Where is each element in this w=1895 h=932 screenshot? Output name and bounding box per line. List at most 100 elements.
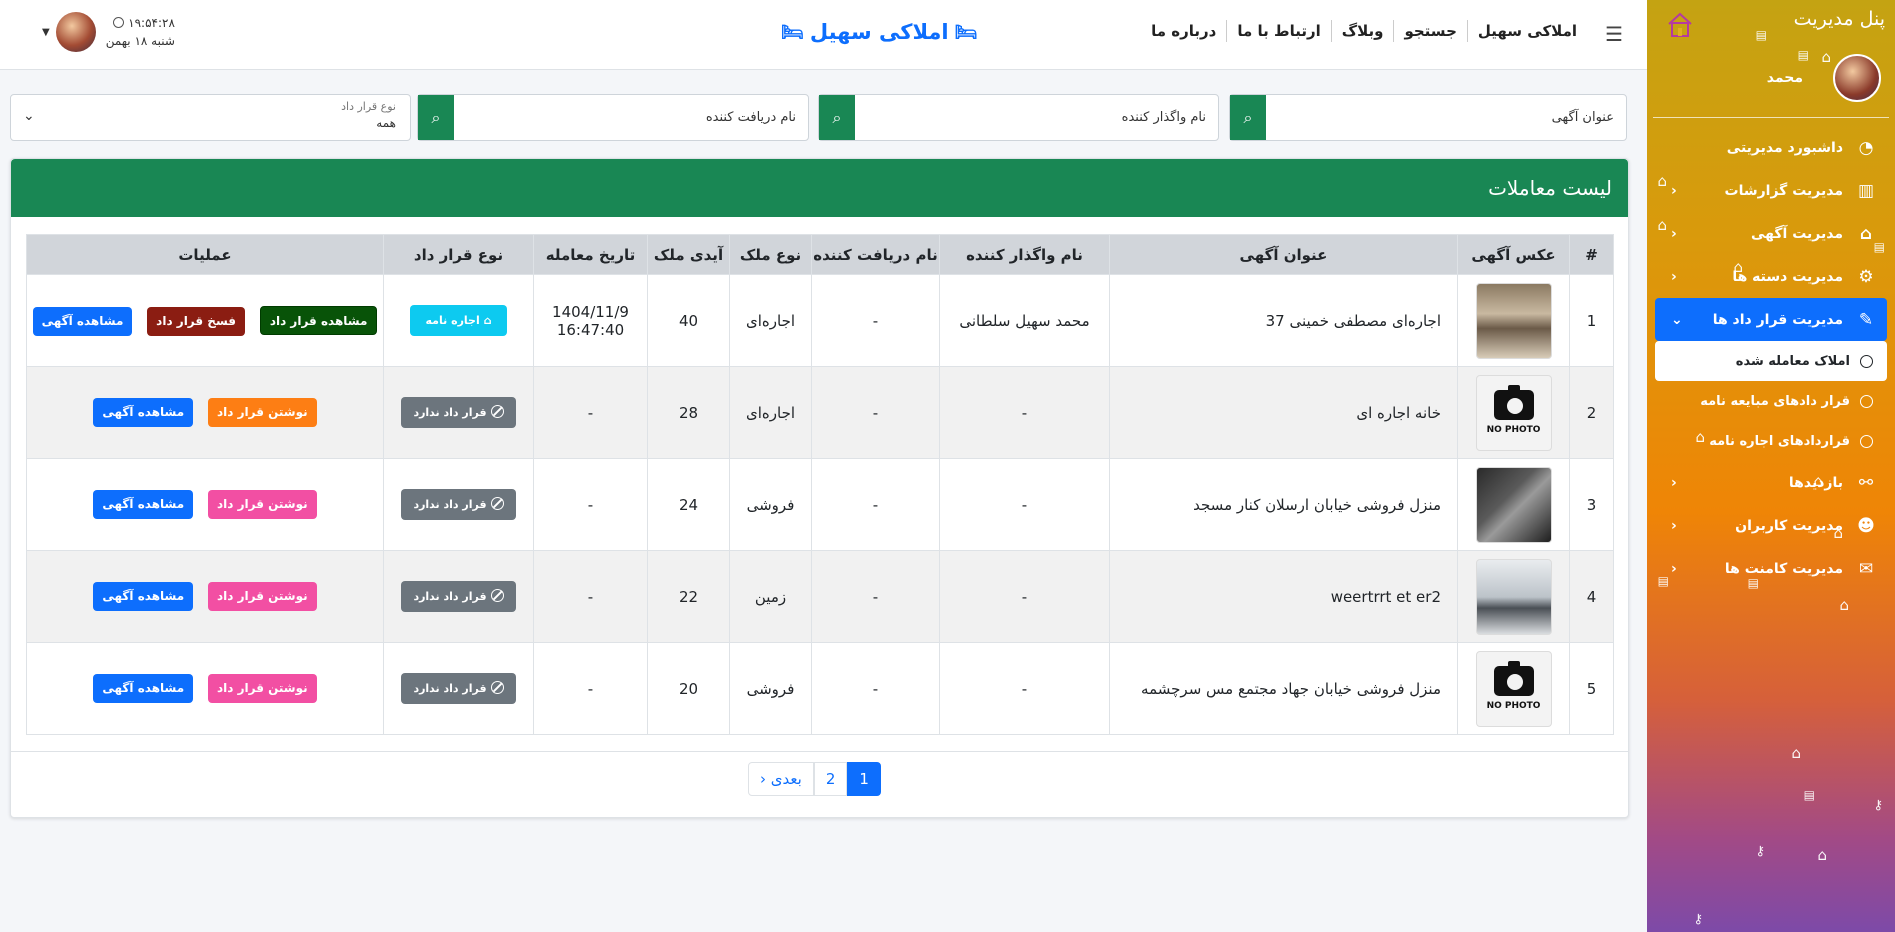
sidebar-item-comments[interactable]: ✉ مدیریت کامنت ها ‹: [1655, 547, 1887, 590]
table-header-row: # عکس آگهی عنوان آگهی نام واگذار کننده ن…: [26, 234, 1614, 275]
sidebar-item-ads[interactable]: ⌂ مدیریت آگهی ‹: [1655, 212, 1887, 255]
table-row: 2 NO PHOTO خانه اجاره ای - - اجاره‌ای 28…: [26, 366, 1614, 459]
sidebar: پنل مدیریت محمد ◔ داشبورد مدیریتی ▥ مدیر…: [1647, 0, 1895, 932]
search-icon[interactable]: ⌕: [819, 95, 855, 140]
nav-link-about[interactable]: درباره ما: [1141, 20, 1226, 42]
ad-title: weertrrt et er2: [1109, 550, 1458, 643]
nav-link-contact[interactable]: ارتباط با ما: [1226, 20, 1330, 42]
ad-title: منزل فروشی خیابان جهاد مجتمع مس سرچشمه: [1109, 642, 1458, 735]
buyer-filter[interactable]: نام دریافت کننده ⌕: [417, 94, 809, 141]
view-ad-button[interactable]: مشاهده آگهی: [93, 490, 194, 519]
ban-icon: [490, 497, 504, 510]
chevron-left-icon: ‹: [1671, 225, 1677, 242]
view-ad-button[interactable]: مشاهده آگهی: [32, 306, 133, 336]
circle-icon: [1860, 354, 1873, 368]
col-header: #: [1569, 234, 1614, 275]
col-header: نام واگذار کننده: [939, 234, 1110, 275]
nav-link-home[interactable]: املاکی سهیل: [1466, 20, 1587, 42]
card-footer: 1 2 بعدی ‹: [11, 751, 1628, 817]
chevron-down-icon: ⌄: [1671, 311, 1683, 328]
write-contract-button[interactable]: نوشتن قرار داد: [207, 398, 317, 427]
bed-icon: 🛏: [781, 21, 804, 43]
deal-date: -: [533, 458, 648, 551]
ad-title-filter[interactable]: عنوان آگهی ⌕: [1229, 94, 1627, 141]
house-icon: ⌂: [483, 314, 492, 327]
property-type: فروشی: [729, 642, 812, 735]
contract-type-label: نوع قرار داد: [341, 100, 396, 113]
property-id: 20: [647, 642, 730, 735]
sidebar-user[interactable]: محمد: [1653, 38, 1889, 118]
property-type: اجاره‌ای: [729, 366, 812, 459]
seller-filter[interactable]: نام واگذار کننده ⌕: [818, 94, 1219, 141]
row-number: 3: [1569, 458, 1614, 551]
ad-title-input[interactable]: عنوان آگهی: [1266, 95, 1626, 140]
property-type: زمین: [729, 550, 812, 643]
house-icon: ⌂: [1839, 596, 1849, 614]
next-page-button[interactable]: بعدی ‹: [748, 762, 814, 796]
table-row: 3 منزل فروشی خیابان ارسلان کنار مسجد - -…: [26, 458, 1614, 551]
sidebar-item-dashboard[interactable]: ◔ داشبورد مدیریتی: [1655, 126, 1887, 169]
sidebar-item-reports[interactable]: ▥ مدیریت گزارشات ‹: [1655, 169, 1887, 212]
user-menu[interactable]: ▼ ۱۹:۵۴:۲۸ شنبه ۱۸ بهمن: [42, 12, 175, 52]
search-icon[interactable]: ⌕: [418, 95, 454, 140]
sidebar-item-label: مدیریت آگهی: [1750, 225, 1843, 242]
nav-link-search[interactable]: جستجو: [1393, 20, 1466, 42]
contract-type-badge: ⌂ اجاره نامه: [409, 305, 508, 336]
row-actions: مشاهده قرار داد فسخ قرار داد مشاهده آگهی: [26, 274, 384, 367]
seller-input[interactable]: نام واگذار کننده: [855, 95, 1218, 140]
write-contract-button[interactable]: نوشتن قرار داد: [207, 674, 317, 703]
sidebar-item-users[interactable]: ☻ مدیریت کاربران ‹: [1655, 504, 1887, 547]
ad-title: اجاره‌ای مصطفی خمینی 37: [1109, 274, 1458, 367]
contract-type-select[interactable]: نوع قرار داد همه ⌄: [10, 94, 411, 141]
sidebar-subitem-rent-contracts[interactable]: قراردادهای اجاره نامه: [1655, 421, 1887, 461]
ad-photo-placeholder[interactable]: NO PHOTO: [1475, 650, 1552, 727]
menu-toggle-icon[interactable]: ☰: [1605, 22, 1623, 46]
house-icon: ⌂: [1813, 472, 1823, 490]
deal-date: -: [533, 550, 648, 643]
brand[interactable]: 🛏 املاکی سهیل 🛏: [775, 20, 983, 44]
seller-name: -: [939, 366, 1110, 459]
table-row: 4 weertrrt et er2 - - زمین 22 - قرار داد…: [26, 550, 1614, 643]
ad-photo[interactable]: [1475, 282, 1552, 359]
sidebar-item-contracts[interactable]: ✎ مدیریت قرار داد ها ⌄: [1655, 298, 1887, 341]
view-ad-button[interactable]: مشاهده آگهی: [93, 398, 194, 427]
sidebar-item-categories[interactable]: ⚙ مدیریت دسته ها ‹: [1655, 255, 1887, 298]
clock-icon: [113, 17, 125, 28]
page-2-button[interactable]: 2: [813, 762, 848, 796]
avatar: [1833, 53, 1881, 102]
view-ad-button[interactable]: مشاهده آگهی: [93, 674, 194, 703]
sidebar-item-visits[interactable]: ⚯ بازدیدها ‹: [1655, 461, 1887, 504]
chevron-left-icon: ‹: [1671, 268, 1677, 285]
gear-icon: ⚙: [1858, 266, 1874, 287]
datetime: ۱۹:۵۴:۲۸ شنبه ۱۸ بهمن: [106, 14, 175, 50]
write-contract-button[interactable]: نوشتن قرار داد: [207, 490, 317, 519]
envelope-icon: ✉: [1858, 558, 1874, 579]
house-icon: ⌂: [1657, 216, 1667, 234]
sidebar-username: محمد: [1766, 69, 1803, 86]
search-icon[interactable]: ⌕: [1230, 95, 1266, 140]
nav-link-blog[interactable]: وبلاگ: [1330, 20, 1394, 42]
building-icon: ▤: [1657, 574, 1669, 588]
col-header: نام دریافت کننده: [811, 234, 940, 275]
page-1-button[interactable]: 1: [847, 762, 881, 796]
ad-photo[interactable]: [1475, 466, 1552, 543]
row-actions: نوشتن قرار داد مشاهده آگهی: [26, 642, 384, 735]
sidebar-subitem-sale-contracts[interactable]: قرار دادهای مبایعه نامه: [1655, 381, 1887, 421]
table-row: 1 اجاره‌ای مصطفی خمینی 37 محمد سهیل سلطا…: [26, 274, 1614, 367]
no-contract-text: قرار داد ندارد: [413, 590, 487, 603]
ad-photo-placeholder[interactable]: NO PHOTO: [1475, 374, 1552, 451]
cancel-contract-button[interactable]: فسخ قرار داد: [147, 306, 246, 336]
ad-photo[interactable]: [1475, 558, 1552, 635]
sidebar-item-label: مدیریت قرار داد ها: [1712, 311, 1843, 328]
view-ad-button[interactable]: مشاهده آگهی: [93, 582, 194, 611]
chevron-left-icon: ‹: [1671, 182, 1677, 199]
view-contract-button[interactable]: مشاهده قرار داد: [259, 305, 378, 335]
ban-icon: [490, 589, 504, 602]
bar-chart-icon: ▥: [1857, 180, 1875, 201]
sidebar-subitem-traded[interactable]: املاک معامله شده: [1655, 341, 1887, 381]
date-text: شنبه ۱۸ بهمن: [105, 34, 175, 48]
brand-name: املاکی سهیل: [809, 20, 949, 44]
write-contract-button[interactable]: نوشتن قرار داد: [207, 582, 317, 611]
filters-bar: عنوان آگهی ⌕ نام واگذار کننده ⌕ نام دریا…: [10, 94, 1627, 142]
buyer-input[interactable]: نام دریافت کننده: [454, 95, 808, 140]
